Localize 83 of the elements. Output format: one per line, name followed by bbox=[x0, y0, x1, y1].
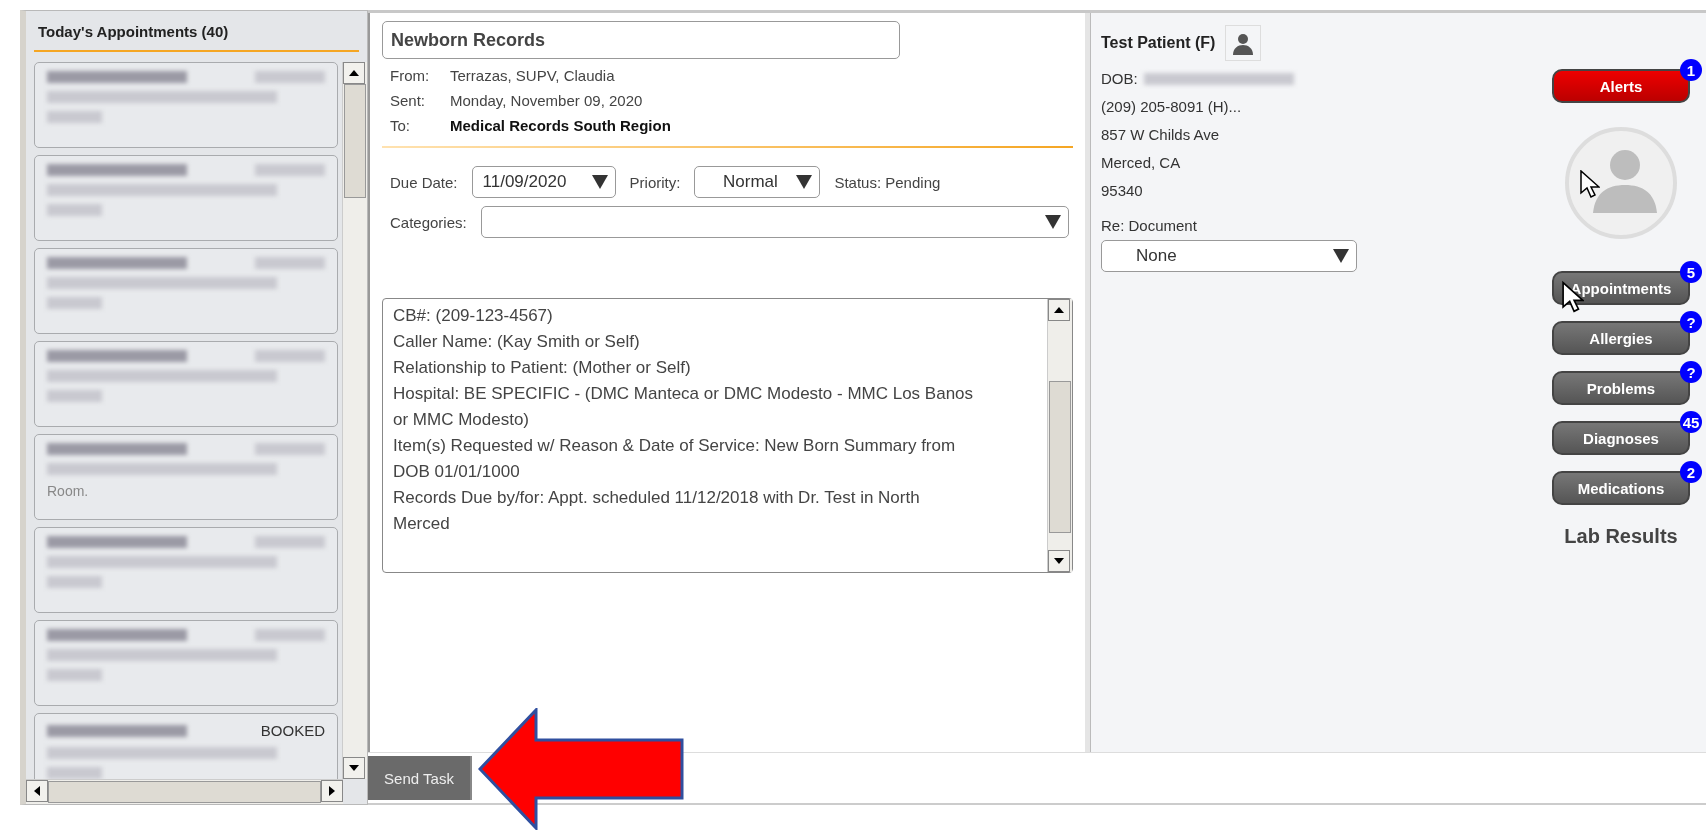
field-value: Monday, November 09, 2020 bbox=[450, 92, 643, 109]
redacted-text bbox=[255, 629, 325, 641]
appointment-card[interactable] bbox=[34, 248, 338, 334]
field-label: DOB: bbox=[1101, 69, 1138, 89]
message-line: Hospital: BE SPECIFIC - (DMC Manteca or DMC Modesto - MMC Los Banos or MMC Modesto) bbox=[393, 383, 975, 431]
subject-field[interactable]: Newborn Records bbox=[382, 21, 900, 59]
scrollbar[interactable] bbox=[342, 62, 367, 779]
appointment-note: Room. bbox=[47, 483, 90, 499]
field-label: Priority: bbox=[629, 173, 681, 191]
field-label: Re: Document bbox=[1101, 216, 1198, 236]
message-line: Records Due by/for: Appt. scheduled 11/12/2018 with Dr. Test in North Merced bbox=[393, 487, 921, 535]
redacted-text bbox=[47, 204, 102, 216]
count-badge: 5 bbox=[1680, 261, 1702, 283]
redacted-text bbox=[47, 767, 102, 779]
address-line: Merced, CA bbox=[1101, 153, 1182, 173]
scroll-left-icon[interactable] bbox=[26, 780, 48, 802]
count-badge: ? bbox=[1680, 361, 1702, 383]
appointment-card[interactable]: Room. bbox=[34, 434, 338, 520]
appointment-card[interactable] bbox=[34, 341, 338, 427]
person-icon[interactable] bbox=[1225, 25, 1262, 61]
nav-button[interactable]: Allergies bbox=[1552, 321, 1690, 355]
scrollbar-thumb[interactable] bbox=[344, 84, 366, 198]
scroll-right-icon[interactable] bbox=[321, 780, 343, 802]
cursor-icon bbox=[1580, 170, 1600, 198]
message-line: Relationship to Patient: (Mother or Self) bbox=[393, 357, 692, 379]
redacted-text bbox=[255, 71, 325, 83]
redacted-text bbox=[47, 576, 102, 588]
appointment-card[interactable] bbox=[34, 155, 338, 241]
count-badge: 1 bbox=[1680, 59, 1702, 81]
document-dropdown[interactable]: None bbox=[1101, 240, 1357, 272]
redacted-text bbox=[255, 443, 325, 455]
send-task-button[interactable]: Send Task bbox=[368, 756, 472, 801]
caret-icon bbox=[590, 174, 609, 190]
scroll-up-icon[interactable] bbox=[343, 62, 365, 84]
categories-dropdown[interactable] bbox=[480, 206, 1069, 238]
status-text: Status: Pending bbox=[834, 173, 941, 191]
field-label: Due Date: bbox=[390, 173, 458, 191]
message-line: Item(s) Requested w/ Reason & Date of Service: New Born Summary from DOB 01/01/1000 bbox=[393, 435, 957, 483]
field-value: Terrazas, SUPV, Claudia bbox=[450, 67, 615, 84]
count-badge: 45 bbox=[1680, 411, 1702, 433]
field-label: Sent: bbox=[390, 92, 427, 109]
count-badge: 2 bbox=[1680, 461, 1702, 483]
caret-icon bbox=[1332, 248, 1350, 264]
scrollbar-thumb[interactable] bbox=[48, 781, 321, 803]
message-box[interactable] bbox=[382, 298, 1073, 573]
avatar-icon bbox=[1563, 125, 1679, 241]
field-value: Medical Records South Region bbox=[450, 117, 671, 134]
horizontal-scrollbar[interactable] bbox=[26, 779, 343, 804]
redacted-text bbox=[47, 111, 102, 123]
nav-button[interactable]: Problems bbox=[1552, 371, 1690, 405]
patient-phone: (209) 205-8091 (H)... bbox=[1101, 97, 1243, 117]
panel-title: Today's Appointments (40) bbox=[34, 11, 359, 52]
lab-results-link[interactable]: Lab Results bbox=[1564, 525, 1678, 548]
count-badge: ? bbox=[1680, 311, 1702, 333]
redacted-text bbox=[47, 669, 102, 681]
scroll-down-icon[interactable] bbox=[343, 757, 365, 779]
due-date-dropdown[interactable]: 11/09/2020 bbox=[471, 166, 616, 198]
appointment-card[interactable] bbox=[34, 527, 338, 613]
message-line: CB#: (209-123-4567) bbox=[393, 305, 554, 327]
appointment-card[interactable] bbox=[34, 62, 338, 148]
address-line: 857 W Childs Ave bbox=[1101, 125, 1221, 145]
redacted-text bbox=[255, 536, 325, 548]
redacted-text bbox=[47, 390, 102, 402]
field-label: Categories: bbox=[390, 213, 467, 231]
caret-icon bbox=[795, 174, 814, 190]
scrollbar[interactable] bbox=[1047, 299, 1072, 572]
appointment-card[interactable]: BOOKED bbox=[34, 713, 338, 779]
message-line: Caller Name: (Kay Smith or Self) bbox=[393, 331, 641, 353]
redacted-text bbox=[255, 164, 325, 176]
caret-icon bbox=[1043, 214, 1062, 230]
redacted-text bbox=[47, 297, 102, 309]
scroll-up-icon[interactable] bbox=[1048, 299, 1070, 321]
field-label: From: bbox=[390, 67, 431, 84]
field-label: To: bbox=[390, 117, 411, 134]
scrollbar-thumb[interactable] bbox=[1049, 381, 1071, 533]
priority-dropdown[interactable]: Normal bbox=[694, 166, 821, 198]
patient-name: Test Patient (F) bbox=[1101, 34, 1216, 52]
appointment-status: BOOKED bbox=[260, 722, 325, 739]
scroll-down-icon[interactable] bbox=[1048, 550, 1070, 572]
redacted-text bbox=[255, 257, 325, 269]
address-line: 95340 bbox=[1101, 181, 1144, 201]
appointment-card[interactable] bbox=[34, 620, 338, 706]
redacted-text bbox=[255, 350, 325, 362]
